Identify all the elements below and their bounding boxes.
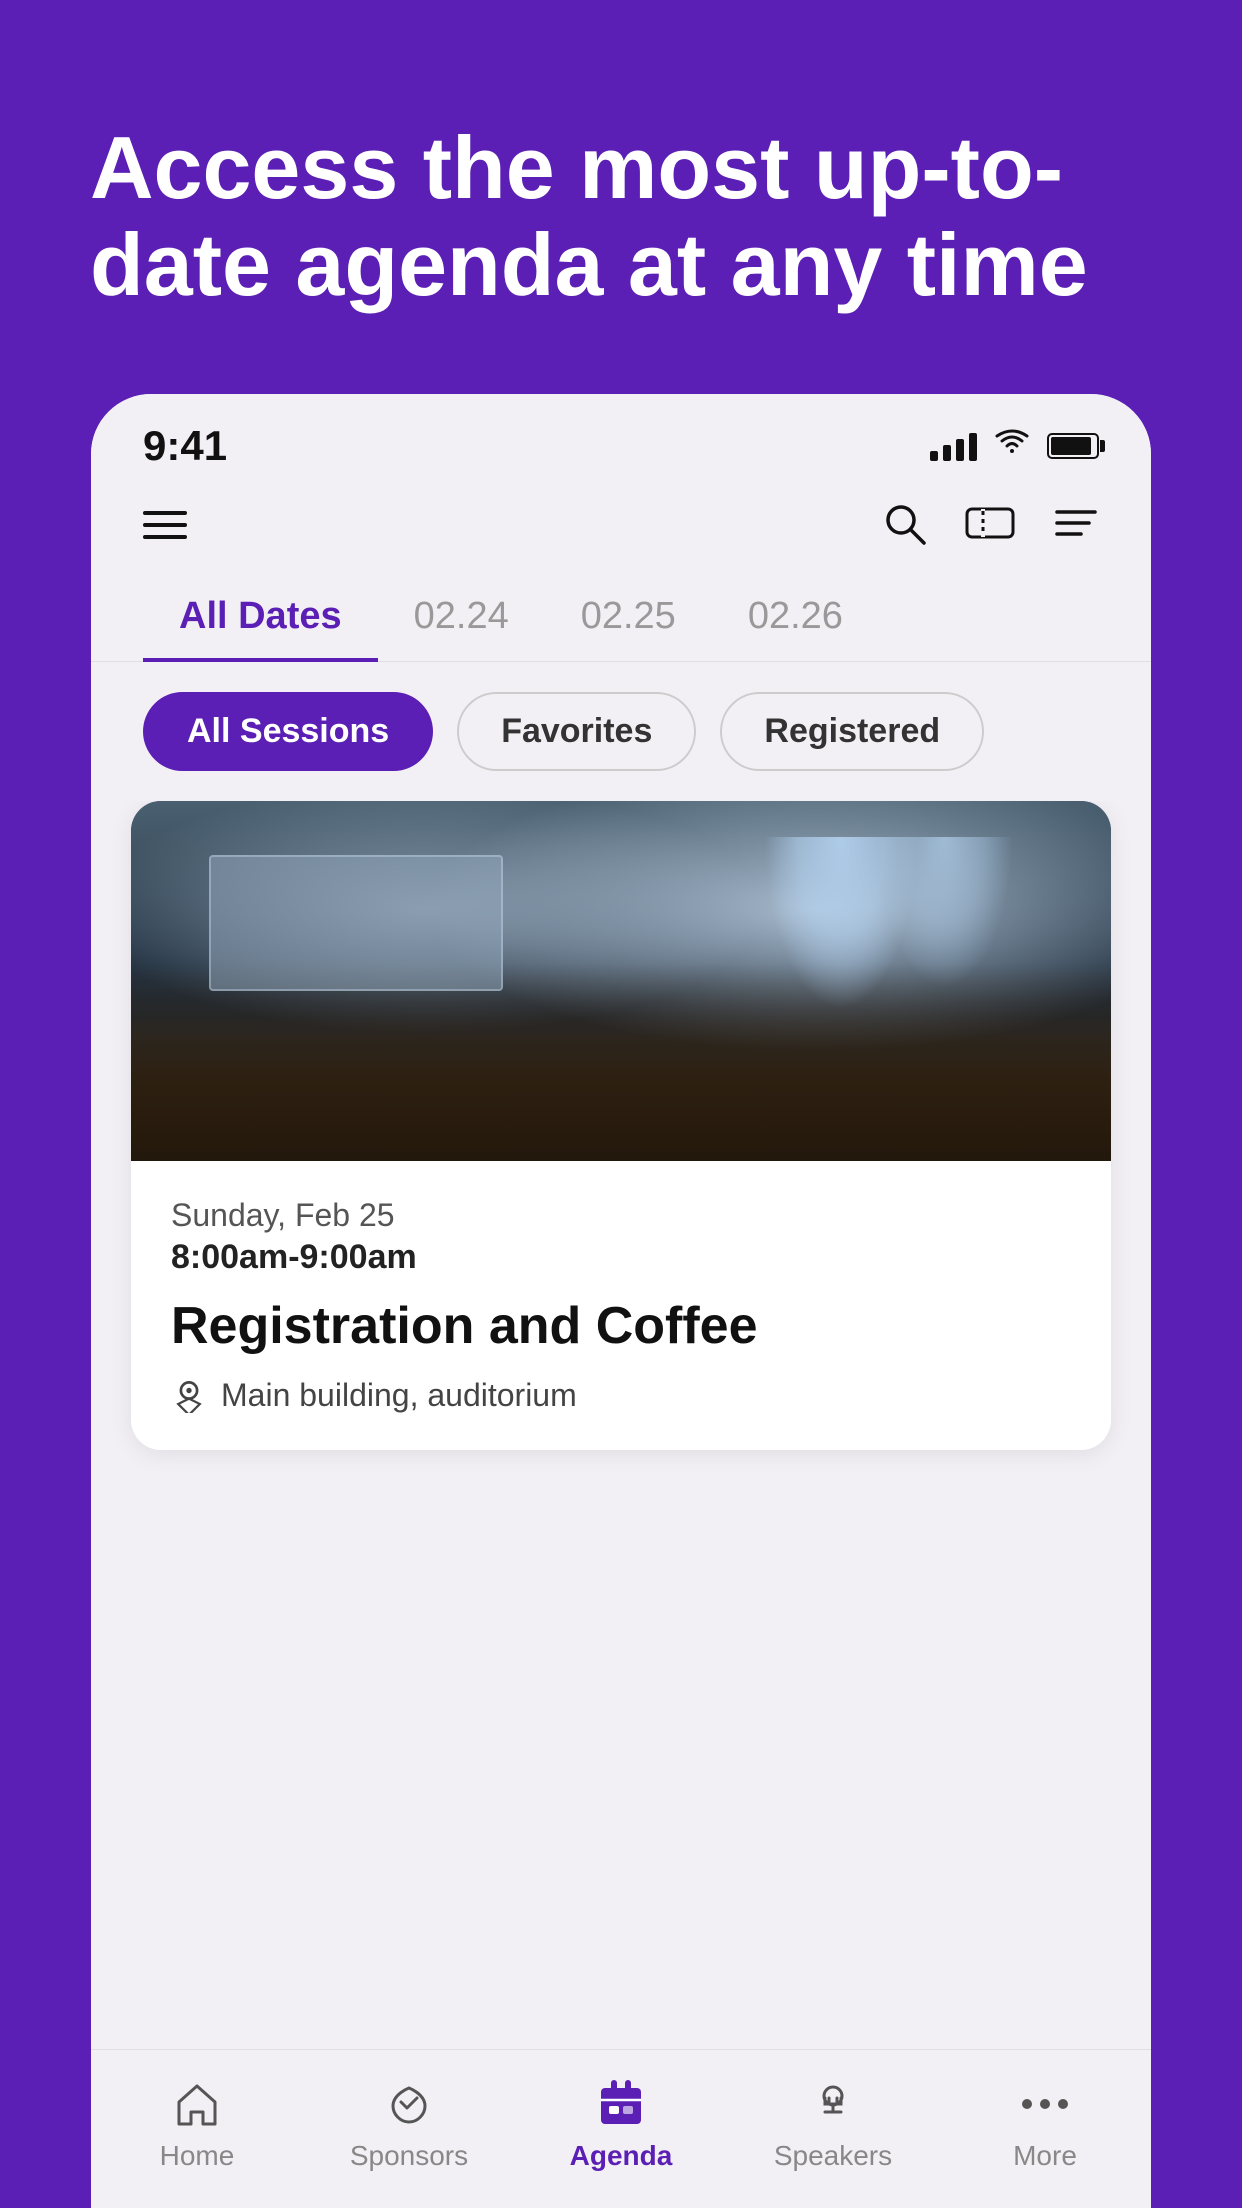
- nav-label-speakers: Speakers: [774, 2140, 892, 2172]
- filter-favorites[interactable]: Favorites: [457, 692, 696, 771]
- search-icon[interactable]: [881, 500, 927, 551]
- session-time: 8:00am-9:00am: [171, 1238, 1071, 1277]
- nav-item-speakers[interactable]: Speakers: [753, 2078, 913, 2172]
- sponsors-icon: [383, 2078, 435, 2130]
- date-tab-0226[interactable]: 02.26: [712, 581, 879, 662]
- nav-item-agenda[interactable]: Agenda: [541, 2078, 701, 2172]
- date-tab-0224[interactable]: 02.24: [378, 581, 545, 662]
- status-time: 9:41: [143, 422, 227, 470]
- date-tabs: All Dates 02.24 02.25 02.26: [91, 581, 1151, 662]
- battery-icon: [1047, 433, 1099, 459]
- phone-frame: 9:41: [91, 394, 1151, 2208]
- status-bar: 9:41: [91, 394, 1151, 480]
- session-card[interactable]: Sunday, Feb 25 8:00am-9:00am Registratio…: [131, 801, 1111, 1450]
- location-pin-icon: [171, 1377, 207, 1413]
- signal-icon: [930, 431, 977, 461]
- session-image: [131, 801, 1111, 1161]
- date-tab-all[interactable]: All Dates: [143, 581, 378, 662]
- hero-section: Access the most up-to-date agenda at any…: [0, 0, 1242, 394]
- ticket-icon[interactable]: [965, 503, 1015, 548]
- session-date: Sunday, Feb 25: [171, 1197, 1071, 1234]
- nav-item-sponsors[interactable]: Sponsors: [329, 2078, 489, 2172]
- nav-item-home[interactable]: Home: [117, 2078, 277, 2172]
- content-area: Sunday, Feb 25 8:00am-9:00am Registratio…: [91, 801, 1151, 2049]
- nav-label-sponsors: Sponsors: [350, 2140, 468, 2172]
- presentation-screen: [209, 855, 503, 992]
- top-nav: [91, 480, 1151, 581]
- more-icon: [1019, 2078, 1071, 2130]
- bottom-nav: Home Sponsors: [91, 2049, 1151, 2208]
- wifi-icon: [995, 429, 1029, 463]
- filter-registered[interactable]: Registered: [720, 692, 984, 771]
- session-title: Registration and Coffee: [171, 1295, 1071, 1357]
- location-text: Main building, auditorium: [221, 1377, 577, 1414]
- status-icons: [930, 429, 1099, 463]
- date-tab-0225[interactable]: 02.25: [545, 581, 712, 662]
- hero-text: Access the most up-to-date agenda at any…: [0, 0, 1242, 394]
- session-location: Main building, auditorium: [171, 1377, 1071, 1414]
- filter-all-sessions[interactable]: All Sessions: [143, 692, 433, 771]
- nav-right-icons: [881, 500, 1099, 551]
- nav-label-more: More: [1013, 2140, 1077, 2172]
- nav-item-more[interactable]: More: [965, 2078, 1125, 2172]
- session-info: Sunday, Feb 25 8:00am-9:00am Registratio…: [131, 1161, 1111, 1450]
- nav-label-home: Home: [160, 2140, 235, 2172]
- session-filters: All Sessions Favorites Registered: [91, 692, 1151, 801]
- nav-label-agenda: Agenda: [570, 2140, 673, 2172]
- hamburger-menu-icon[interactable]: [143, 511, 187, 539]
- filter-icon[interactable]: [1053, 504, 1099, 547]
- agenda-icon: [595, 2078, 647, 2130]
- speakers-icon: [807, 2078, 859, 2130]
- home-icon: [171, 2078, 223, 2130]
